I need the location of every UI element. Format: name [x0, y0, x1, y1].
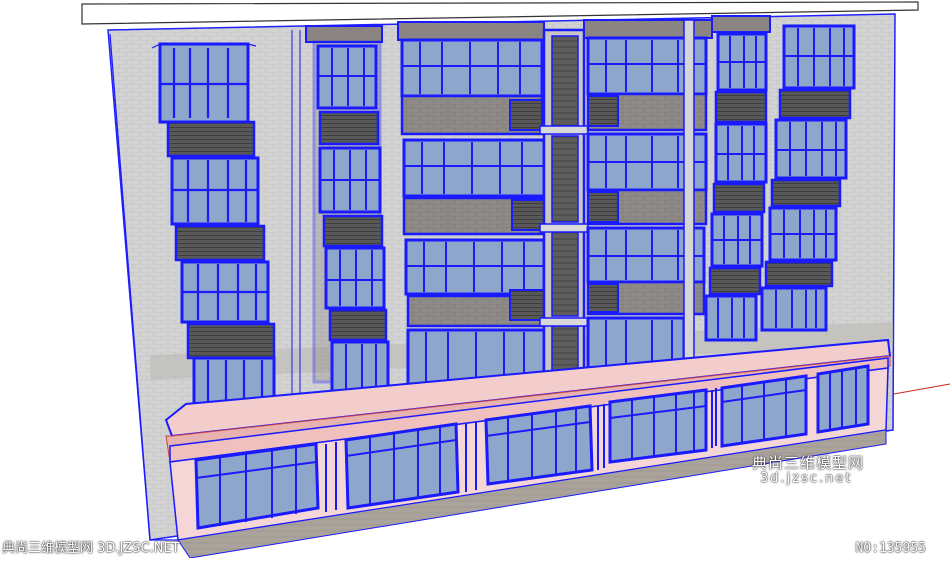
- footer-id-label: NO:135955: [855, 541, 926, 556]
- watermark-brand-cn: 典尚三维模型网: [752, 454, 865, 472]
- central-shaft: [539, 28, 589, 386]
- narrow-tower-left: [305, 25, 390, 394]
- footer-bar: 典尚三维模型网 3D.JZSC.NET NO:135955: [0, 538, 950, 558]
- footer-brand-text: 典尚三维模型网 3D.JZSC.NET: [2, 541, 180, 556]
- central-block-right: [583, 19, 713, 371]
- central-block-left: [397, 21, 546, 388]
- watermark-brand-url: 3d.jzsc.net: [760, 471, 853, 486]
